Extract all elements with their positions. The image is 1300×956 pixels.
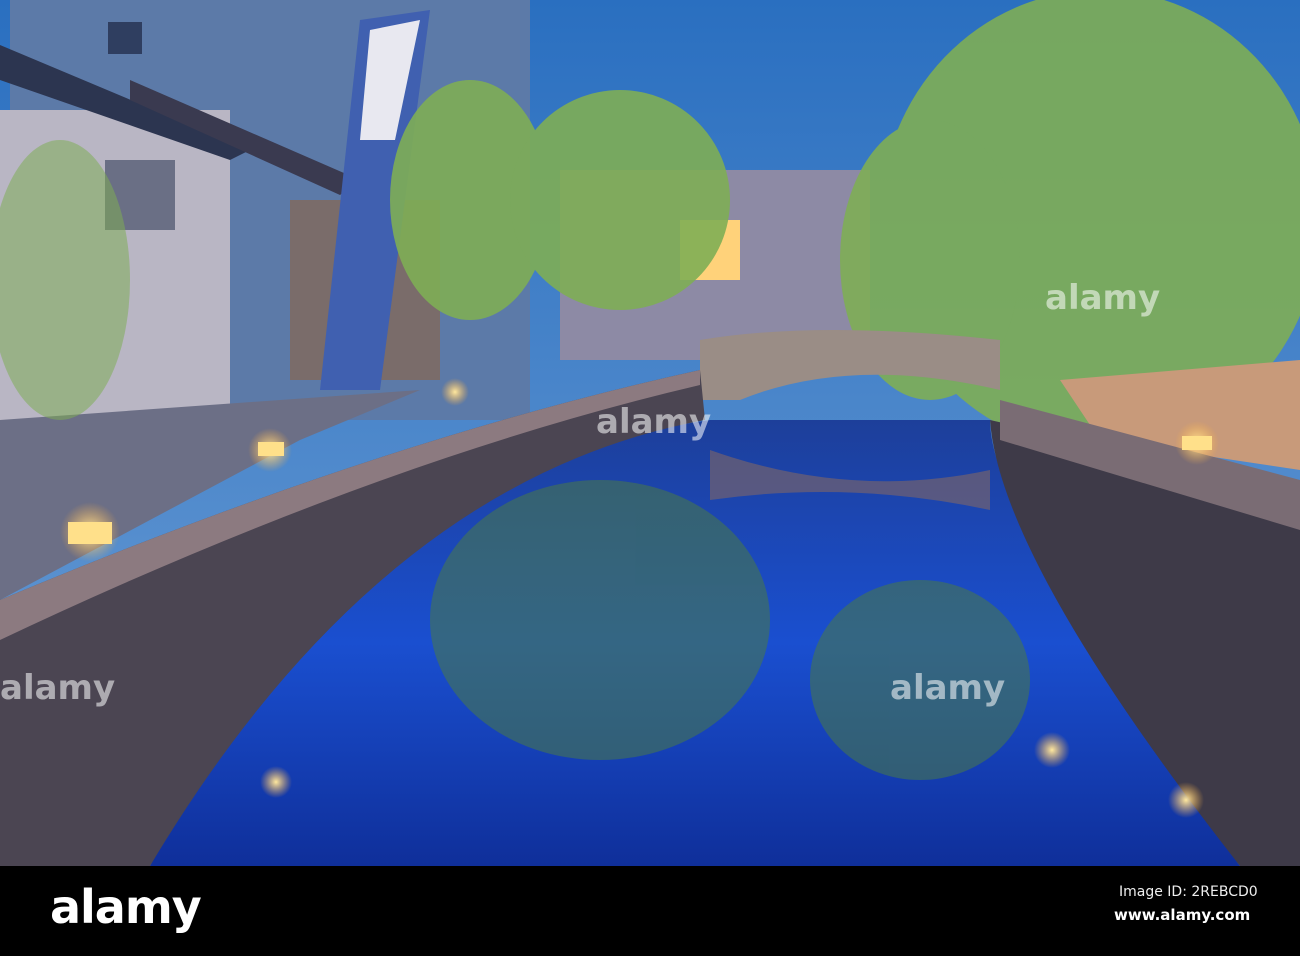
alamy-logo: alamy: [50, 880, 202, 934]
footer-bar: alamy Image ID: 2REBCD0 www.alamy.com: [0, 866, 1300, 956]
image-id: Image ID: 2REBCD0: [1119, 884, 1258, 900]
watermark: alamy: [0, 668, 116, 708]
watermark: alamy: [890, 668, 1006, 708]
watermark: alamy: [1045, 278, 1161, 318]
website-link[interactable]: www.alamy.com: [1114, 906, 1250, 924]
watermark: alamy: [596, 402, 712, 442]
stock-photo-page: alamy alamy alamy alamy alamy Image ID: …: [0, 0, 1300, 956]
